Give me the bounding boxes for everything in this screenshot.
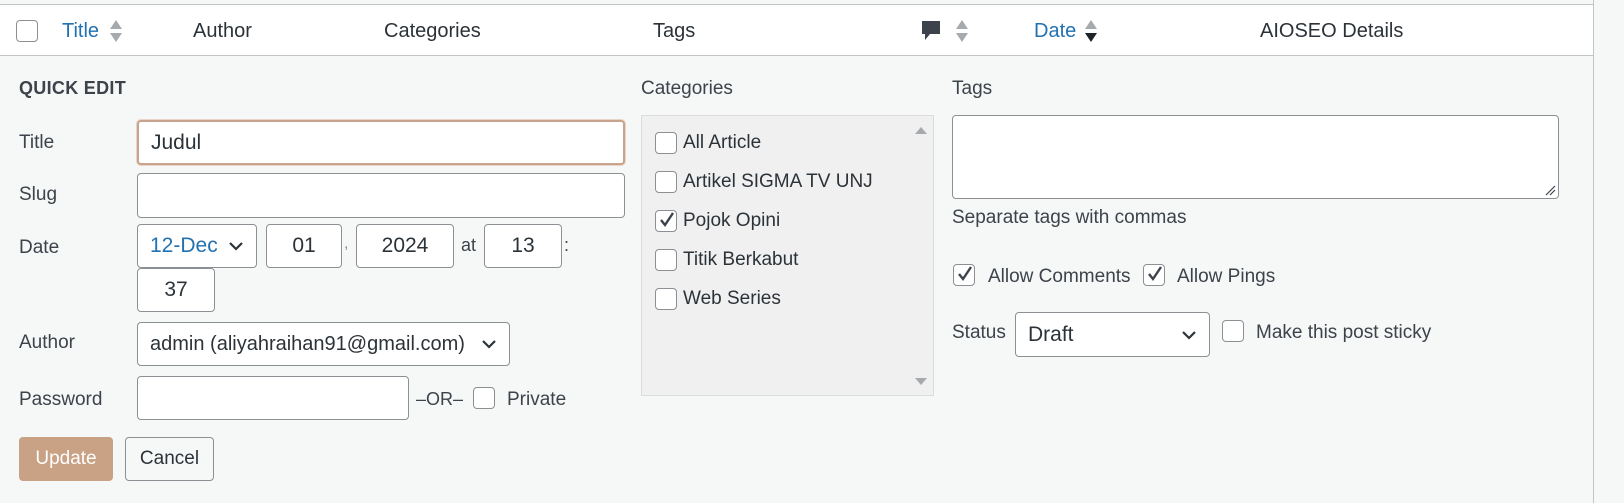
title-input[interactable]: Judul xyxy=(137,120,625,165)
title-input-value: Judul xyxy=(151,130,202,154)
minute-input[interactable]: 37 xyxy=(137,268,215,312)
allow-pings-label: Allow Pings xyxy=(1177,266,1276,287)
checkmark-icon xyxy=(1148,266,1162,282)
slug-input[interactable] xyxy=(137,173,625,218)
month-select-value: 12-Dec xyxy=(150,234,218,257)
category-label: All Article xyxy=(683,132,762,153)
sort-title-icon[interactable] xyxy=(109,18,123,44)
tags-hint: Separate tags with commas xyxy=(952,207,1187,228)
day-input-value: 01 xyxy=(292,234,316,257)
sticky-label: Make this post sticky xyxy=(1256,322,1432,343)
hour-input-value: 13 xyxy=(511,234,535,257)
sort-date-icon[interactable] xyxy=(1084,18,1098,44)
column-author-header: Author xyxy=(193,20,252,42)
title-label: Title xyxy=(19,132,55,153)
category-checkbox[interactable] xyxy=(655,210,677,232)
password-input[interactable] xyxy=(137,376,409,420)
private-checkbox[interactable] xyxy=(473,387,495,409)
date-comma: , xyxy=(344,235,349,252)
category-item-all-article[interactable]: All Article xyxy=(655,130,761,156)
month-select[interactable]: 12-Dec xyxy=(137,224,257,268)
category-checkbox[interactable] xyxy=(655,171,677,193)
comment-bubble-icon[interactable] xyxy=(920,20,942,42)
slug-label: Slug xyxy=(19,184,58,205)
category-checkbox[interactable] xyxy=(655,249,677,271)
allow-comments-label: Allow Comments xyxy=(988,266,1131,287)
update-button[interactable]: Update xyxy=(19,437,113,481)
scroll-up-arrow-icon[interactable] xyxy=(915,127,927,134)
sort-comments-icon[interactable] xyxy=(955,18,969,44)
chevron-down-icon xyxy=(482,340,496,349)
private-label: Private xyxy=(507,389,567,410)
date-at-text: at xyxy=(461,235,477,255)
column-categories-header: Categories xyxy=(384,20,481,42)
status-select[interactable]: Draft xyxy=(1015,312,1210,357)
category-checkbox[interactable] xyxy=(655,132,677,154)
date-label: Date xyxy=(19,237,60,258)
sticky-checkbox[interactable] xyxy=(1222,320,1244,342)
scroll-down-arrow-icon[interactable] xyxy=(915,378,927,385)
chevron-down-icon xyxy=(1182,330,1196,340)
checkmark-icon xyxy=(660,212,674,228)
or-separator: –OR– xyxy=(416,389,464,409)
column-tags-header: Tags xyxy=(653,20,696,42)
tags-heading: Tags xyxy=(952,78,993,99)
chevron-down-icon xyxy=(229,242,243,251)
category-item-pojok-opini[interactable]: Pojok Opini xyxy=(655,208,780,234)
minute-input-value: 37 xyxy=(164,278,188,301)
resize-handle-icon[interactable] xyxy=(1544,184,1556,196)
year-input[interactable]: 2024 xyxy=(356,224,454,268)
time-colon: : xyxy=(564,235,570,255)
cancel-button[interactable]: Cancel xyxy=(125,437,214,481)
column-date-header[interactable]: Date xyxy=(1034,19,1076,43)
quick-edit-heading: QUICK EDIT xyxy=(19,78,127,98)
allow-comments-checkbox[interactable] xyxy=(953,264,975,286)
checkmark-icon xyxy=(958,266,972,282)
category-label: Titik Berkabut xyxy=(683,249,799,270)
category-label: Pojok Opini xyxy=(683,210,781,231)
select-all-checkbox[interactable] xyxy=(16,20,38,42)
tags-textarea[interactable] xyxy=(952,115,1559,199)
day-input[interactable]: 01 xyxy=(266,224,342,268)
year-input-value: 2024 xyxy=(381,234,429,257)
table-header-row: Title Author Categories Tags Date AIOSEO… xyxy=(0,4,1593,56)
category-label: Artikel SIGMA TV UNJ xyxy=(683,171,873,192)
category-item-artikel-sigma[interactable]: Artikel SIGMA TV UNJ xyxy=(655,169,873,195)
categories-checklist[interactable]: All Article Artikel SIGMA TV UNJ Pojok O… xyxy=(641,115,934,396)
category-item-titik-berkabut[interactable]: Titik Berkabut xyxy=(655,247,798,273)
author-select-value: admin (aliyahraihan91@gmail.com) xyxy=(150,332,465,355)
column-title-header[interactable]: Title xyxy=(62,19,99,43)
column-aioseo-header: AIOSEO Details xyxy=(1260,20,1404,42)
category-label: Web Series xyxy=(683,288,781,309)
author-label: Author xyxy=(19,332,75,353)
categories-heading: Categories xyxy=(641,78,733,99)
allow-pings-checkbox[interactable] xyxy=(1143,264,1165,286)
status-label: Status xyxy=(952,322,1006,343)
category-item-web-series[interactable]: Web Series xyxy=(655,286,781,312)
category-checkbox[interactable] xyxy=(655,288,677,310)
author-select[interactable]: admin (aliyahraihan91@gmail.com) xyxy=(137,322,510,366)
password-label: Password xyxy=(19,389,103,410)
status-select-value: Draft xyxy=(1028,322,1074,346)
hour-input[interactable]: 13 xyxy=(484,224,562,268)
posts-table: Title Author Categories Tags Date AIOSEO… xyxy=(0,0,1594,503)
